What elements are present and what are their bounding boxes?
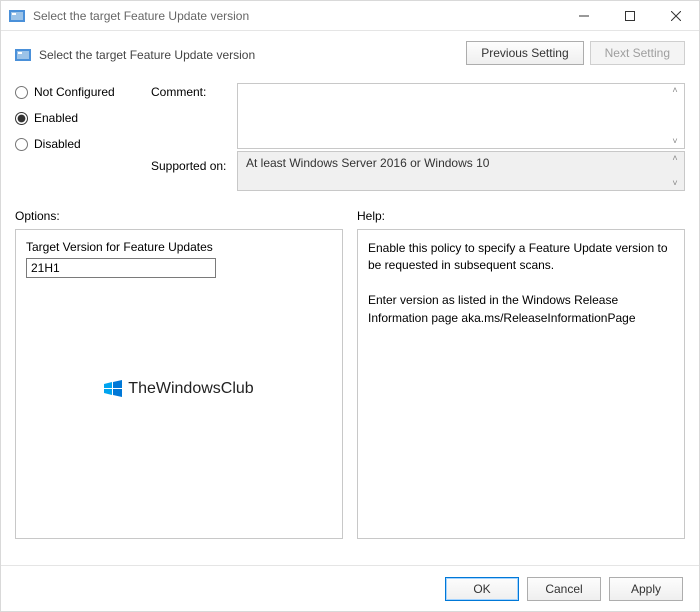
- scroll-up-icon: ˄: [668, 86, 682, 95]
- policy-icon: [15, 47, 31, 63]
- scroll-down-icon: ˅: [668, 179, 682, 188]
- previous-setting-button[interactable]: Previous Setting: [466, 41, 583, 65]
- ok-button[interactable]: OK: [445, 577, 519, 601]
- help-section-label: Help:: [357, 209, 685, 223]
- watermark-icon: [104, 380, 122, 398]
- radio-enabled[interactable]: Enabled: [15, 111, 145, 125]
- title-bar: Select the target Feature Update version: [1, 1, 699, 31]
- comment-label: Comment:: [151, 83, 231, 151]
- help-paragraph-2: Enter version as listed in the Windows R…: [368, 292, 674, 327]
- comment-scroll[interactable]: ˄˅: [668, 86, 682, 146]
- comment-textarea[interactable]: ˄˅: [237, 83, 685, 149]
- apply-button[interactable]: Apply: [609, 577, 683, 601]
- radio-not-configured-label: Not Configured: [34, 85, 115, 99]
- next-setting-button[interactable]: Next Setting: [590, 41, 685, 65]
- close-button[interactable]: [653, 1, 699, 31]
- radio-enabled-input[interactable]: [15, 112, 28, 125]
- radio-not-configured[interactable]: Not Configured: [15, 85, 145, 99]
- maximize-button[interactable]: [607, 1, 653, 31]
- window-controls: [561, 1, 699, 31]
- watermark-text: TheWindowsClub: [128, 380, 253, 398]
- help-paragraph-1: Enable this policy to specify a Feature …: [368, 240, 674, 275]
- minimize-button[interactable]: [561, 1, 607, 31]
- help-panel: Enable this policy to specify a Feature …: [357, 229, 685, 539]
- options-panel: Target Version for Feature Updates TheWi…: [15, 229, 343, 539]
- scroll-up-icon: ˄: [668, 154, 682, 163]
- radio-disabled-input[interactable]: [15, 138, 28, 151]
- target-version-label: Target Version for Feature Updates: [26, 240, 332, 254]
- cancel-button[interactable]: Cancel: [527, 577, 601, 601]
- scroll-down-icon: ˅: [668, 137, 682, 146]
- policy-title-row: Select the target Feature Update version: [15, 41, 466, 63]
- target-version-input[interactable]: [26, 258, 216, 278]
- supported-on-box: At least Windows Server 2016 or Windows …: [237, 151, 685, 191]
- supported-scroll[interactable]: ˄˅: [668, 154, 682, 188]
- state-radio-group: Not Configured Enabled Disabled: [15, 83, 145, 151]
- policy-name: Select the target Feature Update version: [39, 48, 255, 62]
- radio-disabled[interactable]: Disabled: [15, 137, 145, 151]
- watermark: TheWindowsClub: [16, 380, 342, 398]
- options-section-label: Options:: [15, 209, 343, 223]
- dialog-footer: OK Cancel Apply: [1, 565, 699, 611]
- radio-disabled-label: Disabled: [34, 137, 81, 151]
- app-icon: [9, 8, 25, 24]
- radio-not-configured-input[interactable]: [15, 86, 28, 99]
- window-title: Select the target Feature Update version: [33, 9, 249, 23]
- supported-on-label: Supported on:: [151, 151, 231, 173]
- radio-enabled-label: Enabled: [34, 111, 78, 125]
- supported-on-value: At least Windows Server 2016 or Windows …: [246, 156, 489, 170]
